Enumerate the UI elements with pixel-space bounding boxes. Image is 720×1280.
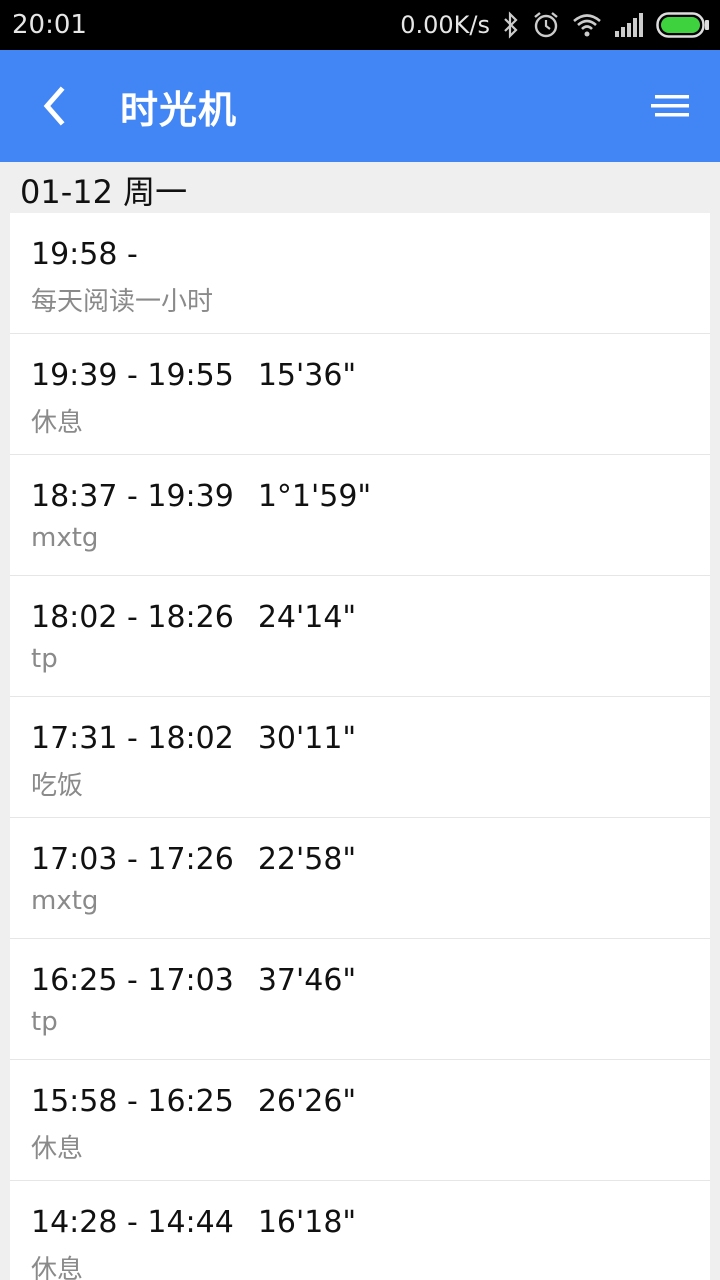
list-item[interactable]: 14:28 - 14:44 16'18" 休息 [10, 1181, 710, 1280]
entry-list: 19:58 - 每天阅读一小时 19:39 - 19:55 15'36" 休息 1… [10, 213, 710, 1280]
time-range: 19:39 - 19:55 [31, 358, 234, 393]
entry-time-range: 16:25 - 17:03 37'46" [31, 963, 356, 998]
list-item[interactable]: 17:31 - 18:02 30'11" 吃饭 [10, 697, 710, 818]
time-range: 18:37 - 19:39 [31, 479, 234, 514]
time-range: 19:58 - [31, 237, 138, 272]
entry-label: 吃饭 [31, 771, 84, 801]
time-range: 14:28 - 14:44 [31, 1205, 234, 1240]
entry-label: mxtg [31, 523, 99, 553]
time-range: 16:25 - 17:03 [31, 963, 234, 998]
entry-label: mxtg [31, 886, 99, 916]
entry-label: tp [31, 644, 58, 674]
entry-time-range: 15:58 - 16:25 26'26" [31, 1084, 356, 1119]
back-button[interactable] [4, 50, 104, 162]
list-item[interactable]: 19:39 - 19:55 15'36" 休息 [10, 334, 710, 455]
entry-label: 每天阅读一小时 [31, 287, 214, 317]
bluetooth-icon [502, 11, 520, 39]
menu-button[interactable] [644, 50, 696, 162]
duration: 15'36" [257, 358, 357, 393]
duration: 30'11" [257, 721, 357, 756]
page-title: 时光机 [120, 87, 238, 132]
entry-label: 休息 [31, 408, 84, 438]
list-item[interactable]: 16:25 - 17:03 37'46" tp [10, 939, 710, 1060]
time-range: 15:58 - 16:25 [31, 1084, 234, 1119]
entry-time-range: 14:28 - 14:44 16'18" [31, 1205, 356, 1240]
time-range: 18:02 - 18:26 [31, 600, 234, 635]
sort-menu-icon [651, 95, 689, 117]
duration: 1°1'59" [257, 479, 372, 514]
status-icons: 0.00K/s [400, 11, 710, 39]
entry-time-range: 17:03 - 17:26 22'58" [31, 842, 356, 877]
entry-label: 休息 [31, 1134, 84, 1164]
entry-time-range: 18:37 - 19:39 1°1'59" [31, 479, 371, 514]
duration: 37'46" [257, 963, 357, 998]
wifi-icon [572, 13, 602, 37]
entry-time-range: 18:02 - 18:26 24'14" [31, 600, 356, 635]
alarm-icon [532, 11, 560, 39]
battery-icon [656, 12, 710, 38]
net-speed: 0.00K/s [400, 11, 490, 39]
app-bar: 时光机 [0, 50, 720, 162]
status-bar: 20:01 0.00K/s [0, 0, 720, 50]
duration: 22'58" [257, 842, 357, 877]
entry-time-range: 19:58 - [31, 237, 162, 272]
back-arrow-icon [43, 86, 65, 126]
status-time: 20:01 [12, 10, 87, 40]
list-item[interactable]: 19:58 - 每天阅读一小时 [10, 213, 710, 334]
list-item[interactable]: 15:58 - 16:25 26'26" 休息 [10, 1060, 710, 1181]
entry-label: 休息 [31, 1255, 84, 1280]
duration: 16'18" [257, 1205, 357, 1240]
list-item[interactable]: 18:02 - 18:26 24'14" tp [10, 576, 710, 697]
list-item[interactable]: 18:37 - 19:39 1°1'59" mxtg [10, 455, 710, 576]
signal-icon [614, 13, 644, 37]
date-header: 01-12 周一 [20, 173, 188, 211]
entry-time-range: 19:39 - 19:55 15'36" [31, 358, 356, 393]
duration: 24'14" [257, 600, 357, 635]
time-range: 17:31 - 18:02 [31, 721, 234, 756]
entry-label: tp [31, 1007, 58, 1037]
duration: 26'26" [257, 1084, 357, 1119]
time-range: 17:03 - 17:26 [31, 842, 234, 877]
entry-time-range: 17:31 - 18:02 30'11" [31, 721, 356, 756]
list-item[interactable]: 17:03 - 17:26 22'58" mxtg [10, 818, 710, 939]
